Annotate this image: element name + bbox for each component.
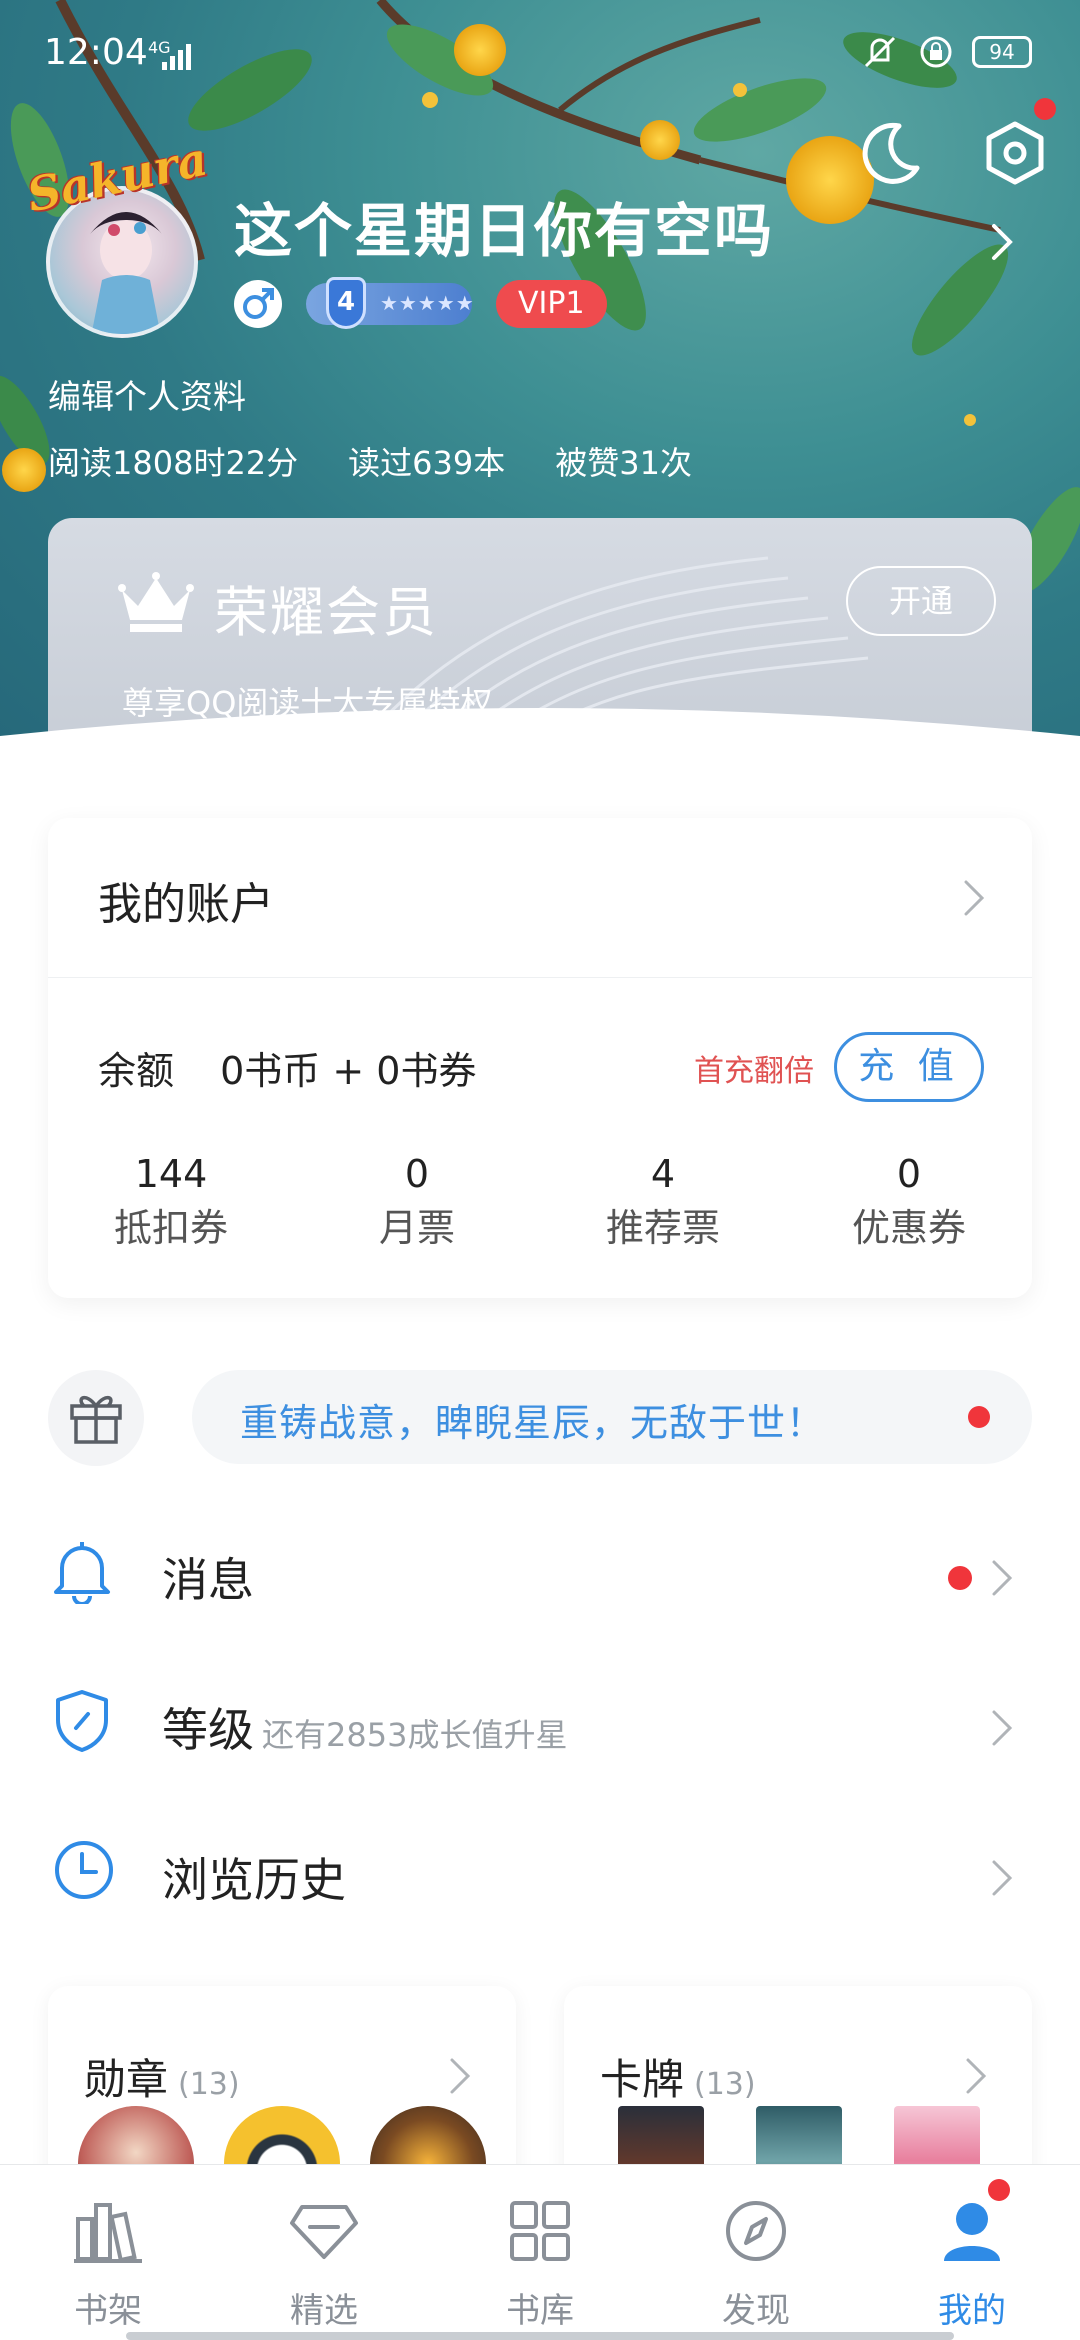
ticket-deduction[interactable]: 144 抵扣券 [48, 1148, 294, 1256]
compass-icon [726, 2201, 786, 2261]
diamond-icon [290, 2205, 358, 2259]
menu-item-history[interactable]: 浏览历史 [0, 1800, 1080, 1950]
ticket-label: 优惠券 [851, 1206, 966, 1250]
medals-count: (13) [178, 2067, 240, 2102]
home-indicator[interactable] [126, 2332, 954, 2340]
settings-icon[interactable] [980, 118, 1050, 188]
likes-stat: 被赞31次 [555, 444, 692, 482]
reading-stats: 阅读1808时22分 读过639本 被赞31次 [48, 438, 692, 484]
menu-label: 消息 [162, 1553, 254, 1607]
header-wave-divider [0, 708, 1080, 760]
menu-sublabel: 还有2853成长值升星 [262, 1716, 568, 1754]
profile-chevron-right-icon[interactable] [990, 222, 1014, 262]
ticket-monthly[interactable]: 0 月票 [294, 1148, 540, 1256]
level-badge[interactable]: 4 ★★★★★ [306, 277, 475, 329]
balance-value: 0书币 + 0书券 [220, 1049, 477, 1093]
bookshelf-icon [74, 2203, 142, 2263]
menu-item-level[interactable]: 等级 还有2853成长值升星 [0, 1650, 1080, 1800]
first-recharge-double: 首充翻倍 [694, 1054, 814, 1089]
shield-icon [56, 1690, 108, 1752]
medals-label: 勋章 [84, 2055, 169, 2104]
ticket-label: 推荐票 [605, 1206, 720, 1250]
me-notification-dot [988, 2179, 1010, 2201]
cards-count: (13) [694, 2067, 756, 2102]
chevron-right-icon [992, 1710, 1013, 1746]
my-account-card: 我的账户 余额 0书币 + 0书券 首充翻倍 充 值 144 抵扣券 0 月票 … [48, 818, 1032, 1298]
promo-notification-dot [968, 1406, 990, 1428]
profile-header: 12:04 4G 94 Sakura 这个星期日你有空吗 4 ★★★★★ VIP… [0, 0, 1080, 760]
chevron-right-icon [992, 1560, 1013, 1596]
chevron-right-icon [450, 2058, 471, 2094]
read-time-stat: 阅读1808时22分 [48, 444, 299, 482]
male-gender-icon [234, 280, 282, 328]
chevron-right-icon [992, 1860, 1013, 1896]
gift-button[interactable] [48, 1370, 144, 1466]
grid-icon [510, 2201, 570, 2261]
status-right: 94 [860, 34, 1032, 70]
username[interactable]: 这个星期日你有空吗 [234, 184, 774, 268]
vibrate-icon [864, 36, 896, 68]
ticket-label: 月票 [378, 1206, 455, 1250]
signal-icon [162, 44, 191, 70]
ticket-list: 144 抵扣券 0 月票 4 推荐票 0 优惠券 [48, 1148, 1032, 1256]
crown-icon [118, 572, 194, 632]
clock-icon [55, 1841, 113, 1899]
profile-badges: 4 ★★★★★ VIP1 [234, 277, 607, 329]
nav-library[interactable]: 书库 [432, 2165, 648, 2340]
settings-notification-dot [1034, 98, 1056, 120]
menu-label: 浏览历史 [162, 1853, 346, 1907]
nav-discover[interactable]: 发现 [648, 2165, 864, 2340]
my-account-title: 我的账户 [98, 879, 274, 930]
ticket-count: 0 [404, 1152, 430, 1196]
status-bar: 12:04 4G 94 [0, 0, 1080, 110]
night-mode-icon[interactable] [855, 118, 925, 188]
nav-label: 发现 [722, 2291, 790, 2331]
honor-title: 荣耀会员 [214, 581, 438, 644]
lock-rotation-icon [920, 36, 952, 68]
balance-label: 余额 [98, 1049, 175, 1093]
chevron-right-icon [964, 880, 985, 916]
chevron-right-icon [966, 2058, 987, 2094]
nav-label: 书架 [74, 2291, 142, 2331]
ticket-recommend[interactable]: 4 推荐票 [540, 1148, 786, 1256]
ticket-coupon[interactable]: 0 优惠券 [786, 1148, 1032, 1256]
ticket-count: 4 [650, 1152, 676, 1196]
bottom-navigation: 书架 精选 书库 发现 我的 [0, 2164, 1080, 2340]
my-account-header[interactable]: 我的账户 [48, 818, 1032, 978]
books-read-stat: 读过639本 [348, 444, 506, 482]
menu-item-messages[interactable]: 消息 [0, 1500, 1080, 1650]
vip-badge[interactable]: VIP1 [496, 280, 607, 328]
menu-label: 等级 [162, 1703, 254, 1757]
cards-title: 卡牌 (13) [600, 2046, 756, 2107]
nav-label: 精选 [290, 2291, 358, 2331]
cards-label: 卡牌 [600, 2055, 685, 2104]
messages-notification-dot [948, 1566, 972, 1590]
recharge-button[interactable]: 充 值 [834, 1032, 984, 1102]
gift-icon [70, 1395, 122, 1444]
edit-profile-link[interactable]: 编辑个人资料 [48, 370, 246, 418]
open-membership-button[interactable]: 开通 [846, 566, 996, 636]
level-stars: ★★★★★ [380, 291, 475, 315]
balance-row: 余额 0书币 + 0书券 [98, 1040, 476, 1095]
nav-label: 书库 [506, 2291, 574, 2331]
ticket-count: 0 [896, 1152, 922, 1196]
status-time: 12:04 [44, 32, 148, 73]
bell-icon [54, 1542, 110, 1604]
nav-bookshelf[interactable]: 书架 [0, 2165, 216, 2340]
nav-me[interactable]: 我的 [864, 2165, 1080, 2340]
nav-label: 我的 [938, 2291, 1006, 2331]
medals-title: 勋章 (13) [84, 2046, 240, 2107]
nav-featured[interactable]: 精选 [216, 2165, 432, 2340]
ticket-label: 抵扣券 [113, 1206, 228, 1250]
promo-banner[interactable]: 重铸战意，睥睨星辰，无敌于世！ [192, 1370, 1032, 1464]
promo-text: 重铸战意，睥睨星辰，无敌于世！ [240, 1401, 826, 1445]
ticket-count: 144 [134, 1152, 208, 1196]
user-icon [944, 2203, 1000, 2261]
battery-indicator: 94 [972, 36, 1032, 68]
level-number: 4 [326, 277, 366, 329]
